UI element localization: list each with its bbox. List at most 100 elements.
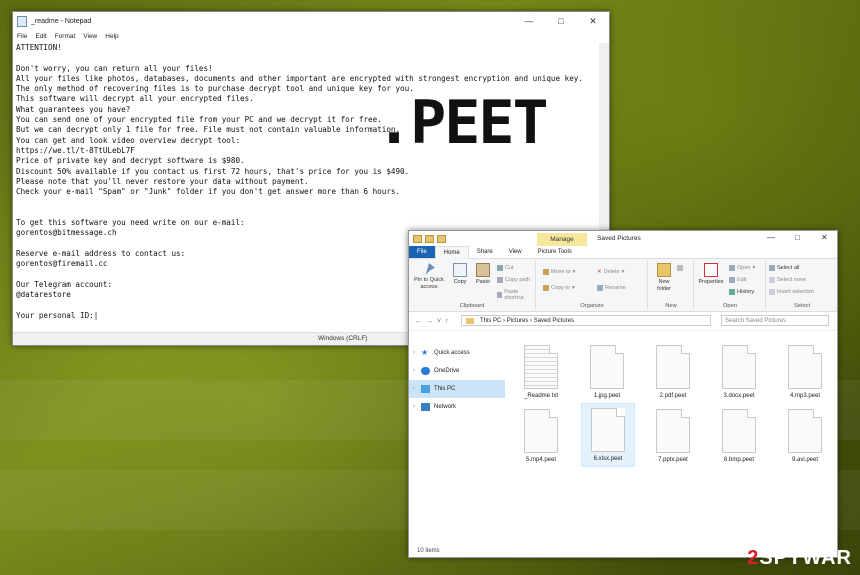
nav-label: Network [434, 404, 457, 410]
nav-network[interactable]: › Network [409, 398, 505, 416]
file-icon [722, 409, 756, 453]
select-all-button[interactable]: Select all [769, 265, 799, 271]
select-group: Select all Select none Invert selection … [767, 261, 837, 309]
file-item[interactable]: 5.mp4.peet [515, 405, 567, 467]
file-item-selected[interactable]: 6.xlsx.peet [581, 403, 635, 467]
file-icon [524, 409, 558, 453]
invert-selection-button[interactable]: Invert selection [769, 289, 814, 295]
chevron-right-icon: › [413, 350, 415, 356]
edit-label: Edit [737, 277, 747, 283]
chevron-right-icon: › [413, 404, 415, 410]
cut-button[interactable]: Cut [497, 265, 514, 271]
paste-shortcut-button[interactable]: Paste shortcut [497, 289, 535, 301]
paste-icon [476, 263, 490, 277]
minimize-icon[interactable]: — [513, 16, 545, 26]
file-item[interactable]: 7.pptx.peet [647, 405, 699, 467]
properties-icon[interactable] [425, 234, 434, 243]
move-to-button[interactable]: Move to ▾ [543, 269, 575, 275]
nav-this-pc[interactable]: › This PC [409, 380, 505, 398]
pin-label: Pin to Quick access [414, 277, 444, 290]
history-label: History [737, 289, 755, 295]
open-button[interactable]: Open ▾ [729, 265, 755, 271]
file-icon [656, 345, 690, 389]
minimize-icon[interactable]: — [767, 233, 775, 242]
menu-help[interactable]: Help [105, 33, 118, 40]
tab-picture-tools[interactable]: Picture Tools [530, 246, 580, 258]
breadcrumb-pictures[interactable]: Pictures [507, 318, 529, 324]
select-none-icon [769, 277, 775, 283]
network-icon [421, 403, 430, 411]
tab-home[interactable]: Home [434, 245, 469, 259]
file-item[interactable]: 9.avi.peet [779, 405, 831, 467]
file-name: 7.pptx.peet [658, 457, 688, 463]
select-none-button[interactable]: Select none [769, 277, 806, 283]
new-folder-label: New folder [657, 279, 671, 292]
notepad-line [16, 208, 606, 218]
watermark-two: 2 [747, 547, 760, 569]
nav-onedrive[interactable]: › OneDrive [409, 362, 505, 380]
copy-button[interactable]: Copy [449, 263, 471, 286]
file-item[interactable]: _Readme.txt [515, 341, 567, 403]
file-item[interactable]: 2.pdf.peet [647, 341, 699, 403]
tab-view[interactable]: View [501, 246, 530, 258]
rename-icon [597, 285, 603, 291]
tab-manage[interactable]: Manage [537, 233, 587, 246]
menu-edit[interactable]: Edit [35, 33, 46, 40]
file-item[interactable]: 4.mp3.peet [779, 341, 831, 403]
new-folder-button[interactable]: New folder [653, 263, 675, 292]
nav-quick-access[interactable]: › ★ Quick access [409, 344, 505, 362]
tab-share[interactable]: Share [469, 246, 501, 258]
breadcrumb-saved-pictures[interactable]: Saved Pictures [534, 318, 574, 324]
properties-button[interactable]: Properties [697, 263, 725, 286]
open-group-label: Open [722, 303, 738, 309]
explorer-window: Manage Saved Pictures — □ ✕ File Home Sh… [408, 230, 838, 558]
address-bar[interactable]: This PC › Pictures › Saved Pictures [461, 315, 711, 326]
new-group: New folder New [649, 261, 694, 309]
menu-view[interactable]: View [83, 33, 97, 40]
notepad-titlebar: _readme - Notepad — □ ✕ [13, 12, 609, 30]
close-icon[interactable]: ✕ [821, 233, 828, 242]
cut-label: Cut [505, 265, 514, 271]
rename-button[interactable]: Rename [597, 285, 626, 291]
star-icon: ★ [421, 348, 429, 357]
menu-format[interactable]: Format [55, 33, 76, 40]
pin-button[interactable]: Pin to Quick access [411, 263, 447, 290]
move-to-label: Move to [551, 269, 571, 275]
file-item[interactable]: 3.docx.peet [713, 341, 765, 403]
line-ending-status: Windows (CRLF) [318, 335, 368, 342]
delete-button[interactable]: ✕ Delete ▾ [597, 269, 624, 275]
chevron-right-icon: › [413, 368, 415, 374]
watermark-logo: 2SPYWAR [747, 547, 852, 570]
nav-label: OneDrive [434, 368, 460, 374]
file-item[interactable]: 8.bmp.peet [713, 405, 765, 467]
new-item-icon[interactable] [677, 265, 683, 271]
paste-shortcut-icon [497, 292, 503, 298]
paste-button[interactable]: Paste [472, 263, 494, 286]
open-group: Properties Open ▾ Edit History Open [695, 261, 766, 309]
notepad-line: Check your e-mail "Spam" or "Junk" folde… [16, 187, 401, 197]
menu-file[interactable]: File [17, 33, 27, 40]
notepad-line: All your files like photos, databases, d… [16, 73, 583, 83]
new-folder-icon[interactable] [437, 234, 446, 243]
nav-label: Quick access [434, 350, 470, 356]
organize-group: Move to ▾ Copy to ▾ ✕ Delete ▾ Rename Org… [537, 261, 648, 309]
file-icon [788, 345, 822, 389]
edit-button[interactable]: Edit [729, 277, 746, 283]
copy-path-button[interactable]: Copy path [497, 277, 530, 283]
select-none-label: Select none [777, 277, 807, 283]
maximize-icon[interactable]: □ [795, 233, 800, 242]
folder-icon[interactable] [413, 234, 422, 243]
tab-file[interactable]: File [409, 246, 435, 258]
search-input[interactable]: Search Saved Pictures [721, 315, 829, 326]
maximize-icon[interactable]: □ [545, 16, 577, 26]
file-item[interactable]: 1.jpg.peet [581, 341, 633, 403]
breadcrumb-this-pc[interactable]: This PC [480, 318, 501, 324]
close-icon[interactable]: ✕ [577, 16, 609, 27]
notepad-menubar: File Edit Format View Help [13, 30, 609, 43]
properties-icon [704, 263, 718, 277]
history-button[interactable]: History [729, 289, 754, 295]
navigation-arrows[interactable]: ←→˅↑ [415, 318, 455, 325]
paste-label: Paste [475, 279, 491, 285]
select-group-label: Select [793, 303, 811, 309]
copy-to-button[interactable]: Copy to ▾ [543, 285, 575, 291]
